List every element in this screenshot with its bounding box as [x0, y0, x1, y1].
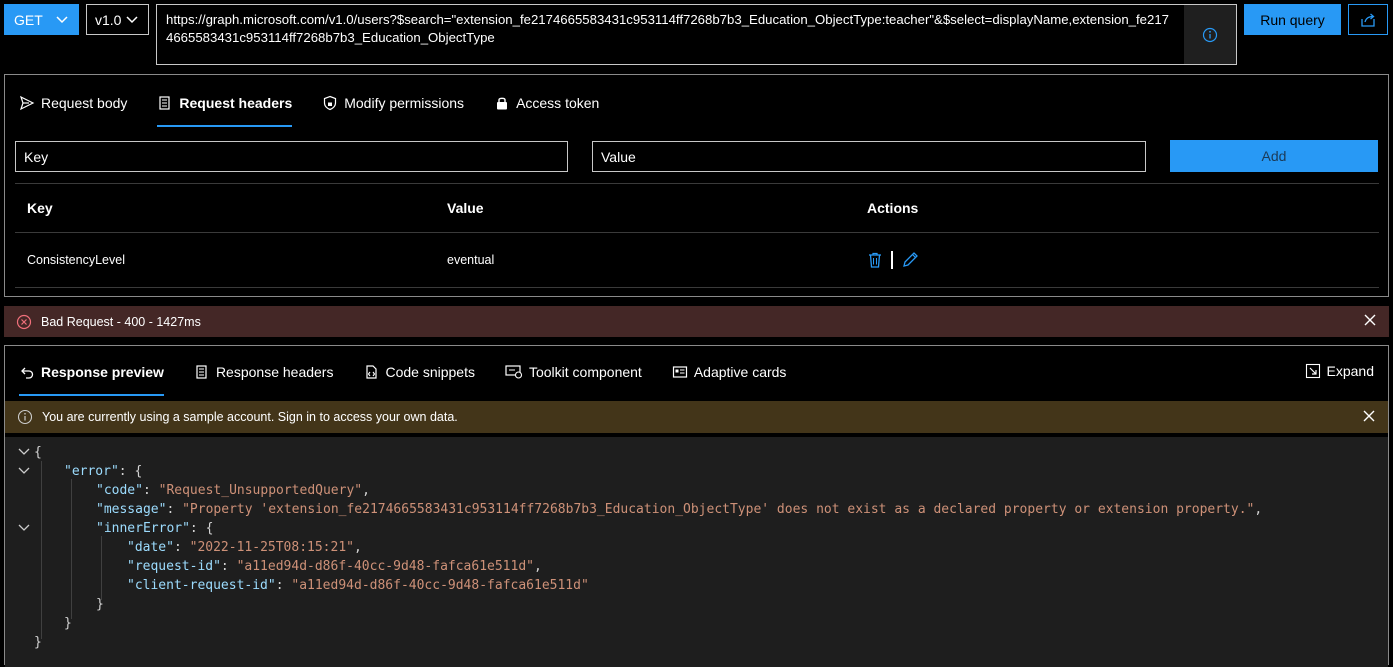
run-query-button[interactable]: Run query [1244, 4, 1341, 35]
tab-label: Response headers [215, 364, 334, 380]
tab-modify-permissions[interactable]: Modify permissions [322, 91, 464, 115]
response-tabs: Response preview Response headers Code s… [19, 360, 816, 396]
error-circle-icon [16, 314, 32, 330]
expand-button[interactable]: Expand [1305, 363, 1374, 379]
url-info-button[interactable] [1184, 5, 1236, 64]
tab-label: Response preview [41, 364, 164, 380]
indent-guide [101, 536, 102, 600]
table-row: ConsistencyLevel eventual [15, 233, 1379, 288]
json-line: } [96, 597, 104, 612]
json-line: "message": "Property 'extension_fe217466… [96, 502, 1263, 517]
json-line: "request-id": "a11ed94d-d86f-40cc-9d48-f… [127, 559, 542, 574]
expand-label: Expand [1326, 363, 1374, 379]
http-method-dropdown[interactable]: GET [4, 4, 79, 35]
column-header-value: Value [447, 200, 484, 216]
status-bar: Bad Request - 400 - 1427ms [4, 306, 1389, 337]
tab-code-snippets[interactable]: Code snippets [363, 360, 475, 384]
edit-icon[interactable] [901, 251, 919, 269]
api-version-dropdown[interactable]: v1.0 [86, 4, 149, 35]
row-value: eventual [447, 253, 495, 267]
code-file-icon [363, 364, 379, 380]
chevron-down-icon [54, 11, 70, 27]
json-viewer: { "error": { "code": "Request_Unsupporte… [5, 437, 1388, 667]
status-text: Bad Request - 400 - 1427ms [41, 314, 201, 329]
collapse-chevron-icon[interactable] [17, 445, 31, 459]
add-header-button[interactable]: Add [1170, 140, 1378, 172]
header-key-input[interactable]: Key [15, 141, 568, 172]
row-actions [855, 251, 919, 269]
tab-response-headers[interactable]: Response headers [194, 360, 334, 384]
tab-adaptive-cards[interactable]: Adaptive cards [672, 360, 787, 384]
delete-icon[interactable] [867, 251, 883, 269]
json-line: "code": "Request_UnsupportedQuery", [96, 483, 370, 498]
document-icon [157, 95, 173, 111]
undo-arrow-icon [19, 364, 35, 380]
toolkit-icon [505, 364, 523, 380]
tab-label: Request body [41, 95, 128, 111]
json-line: "client-request-id": "a11ed94d-d86f-40cc… [127, 578, 589, 593]
request-tabs: Request body Request headers Modify perm… [19, 91, 629, 127]
send-icon [19, 95, 35, 111]
collapse-chevron-icon[interactable] [17, 464, 31, 478]
tab-label: Request headers [179, 95, 293, 111]
tab-request-body[interactable]: Request body [19, 91, 127, 115]
json-line: } [64, 616, 72, 631]
json-line: "date": "2022-11-25T08:15:21", [127, 540, 362, 555]
json-line: { [34, 445, 42, 460]
column-header-key: Key [27, 200, 53, 216]
card-icon [672, 364, 688, 380]
indent-guide [71, 479, 72, 619]
http-method-value: GET [14, 11, 43, 28]
json-line: } [34, 635, 42, 650]
row-key: ConsistencyLevel [27, 253, 125, 267]
column-header-actions: Actions [867, 200, 919, 216]
table-header: Key Value Actions [15, 183, 1379, 233]
shield-lock-icon [322, 95, 338, 111]
headers-table: Key Value Actions ConsistencyLevel event… [15, 183, 1379, 288]
response-panel: Response preview Response headers Code s… [4, 345, 1389, 667]
json-line: "innerError": { [96, 521, 214, 536]
collapse-chevron-icon[interactable] [17, 521, 31, 535]
request-panel: Request body Request headers Modify perm… [4, 74, 1389, 297]
info-icon [17, 409, 33, 425]
document-icon [194, 364, 210, 380]
expand-icon [1305, 363, 1321, 379]
tab-access-token[interactable]: Access token [494, 91, 599, 115]
api-version-value: v1.0 [95, 11, 122, 28]
action-divider [891, 251, 893, 269]
tab-response-preview[interactable]: Response preview [19, 360, 164, 396]
warning-text: You are currently using a sample account… [42, 410, 458, 424]
tab-toolkit-component[interactable]: Toolkit component [505, 360, 642, 384]
lock-icon [494, 95, 510, 111]
info-icon [1202, 27, 1218, 43]
indent-guide [41, 461, 42, 639]
share-icon [1359, 11, 1377, 29]
tab-label: Adaptive cards [693, 364, 787, 380]
tab-label: Code snippets [385, 364, 475, 380]
tab-label: Modify permissions [344, 95, 465, 111]
share-query-button[interactable] [1348, 4, 1388, 35]
tab-request-headers[interactable]: Request headers [157, 91, 293, 127]
close-icon[interactable] [1362, 409, 1376, 423]
tab-label: Access token [516, 95, 600, 111]
json-line: "error": { [64, 464, 143, 479]
close-icon[interactable] [1363, 313, 1377, 327]
header-value-input[interactable]: Value [592, 141, 1146, 172]
query-url-input[interactable]: https://graph.microsoft.com/v1.0/users?$… [156, 4, 1237, 65]
sample-account-warning: You are currently using a sample account… [5, 401, 1388, 433]
chevron-down-icon [124, 11, 140, 27]
tab-label: Toolkit component [528, 364, 642, 380]
